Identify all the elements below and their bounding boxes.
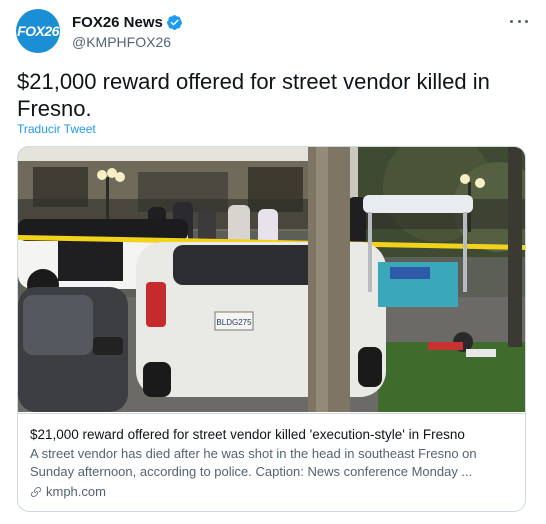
display-name[interactable]: FOX26 News — [72, 14, 163, 31]
tweet[interactable]: FOX26 FOX26 News @KMPHFOX26 $21,000 rewa… — [0, 0, 546, 524]
more-dot — [525, 19, 528, 23]
link-icon — [31, 486, 41, 497]
avatar[interactable]: FOX26 — [16, 9, 60, 53]
verified-badge-icon — [166, 15, 182, 30]
tweet-text: $21,000 reward offered for street vendor… — [17, 69, 490, 121]
translate-tweet-link[interactable]: Traducir Tweet — [17, 122, 96, 136]
link-card-domain[interactable]: kmph.com — [30, 484, 513, 499]
avatar-logo-text: FOX26 — [17, 23, 59, 39]
link-card-title[interactable]: $21,000 reward offered for street vendor… — [30, 426, 513, 443]
link-card-image[interactable]: BLDG275 — [18, 147, 525, 412]
tweet-author: FOX26 News @KMPHFOX26 — [72, 14, 183, 50]
more-dot — [517, 19, 521, 23]
crime-scene-photo: BLDG275 — [18, 147, 525, 412]
author-name-row: FOX26 News — [72, 14, 183, 31]
link-card-body[interactable]: $21,000 reward offered for street vendor… — [18, 413, 525, 511]
license-plate-text: BLDG275 — [216, 318, 252, 327]
handle[interactable]: @KMPHFOX26 — [72, 34, 183, 50]
more-dot — [510, 19, 513, 23]
link-card-description: A street vendor has died after he was sh… — [30, 446, 477, 479]
link-card-domain-text: kmph.com — [46, 484, 106, 499]
link-card[interactable]: BLDG275 $21,000 reward offered for stree… — [17, 146, 526, 512]
more-horizontal-icon[interactable] — [510, 14, 528, 28]
